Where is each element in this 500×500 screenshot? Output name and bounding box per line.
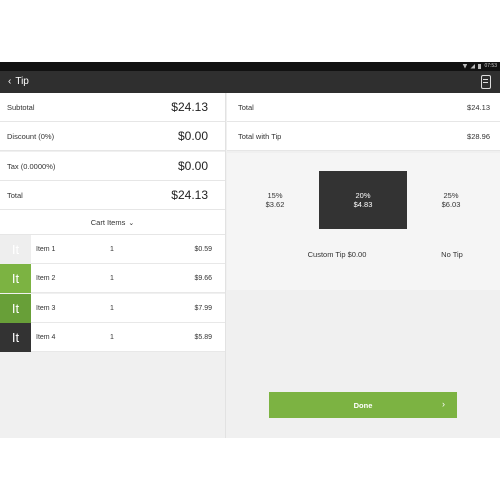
battery-icon [478,63,482,69]
item-name: Item 1 [36,246,56,253]
tip-amount: $4.83 [353,200,373,209]
tax-value: $0.00 [177,159,208,173]
item-price: $0.59 [194,246,212,253]
chevron-left-icon: ‹ [8,76,12,87]
tip-percent: 20% [355,191,371,200]
discount-value: $0.00 [177,129,208,143]
custom-tip-button[interactable]: Custom Tip $0.00 [267,250,407,259]
total-summary-row: Total $24.13 [227,93,500,122]
discount-row: Discount (0%) $0.00 [0,122,225,151]
chevron-down-icon: ⌄ [128,220,135,227]
item-name: Item 2 [36,275,56,282]
item-qty: 1 [110,334,114,341]
done-label: Done [353,401,373,410]
item-qty: 1 [110,305,114,312]
tip-amount: $6.03 [441,200,461,209]
chevron-right-icon: › [442,399,445,409]
item-price: $7.99 [194,305,212,312]
item-qty: 1 [110,275,114,282]
tip-option-20[interactable]: 20% $4.83 [319,171,407,229]
total-with-tip-label: Total with Tip [238,132,282,141]
tip-amount: $3.62 [265,200,285,209]
item-thumbnail: It [0,294,31,323]
tip-options: 15% $3.62 20% $4.83 25% $6.03 Custom Tip… [227,153,500,290]
status-bar: 07:53 [0,62,500,71]
page-title: Tip [15,76,29,87]
total-with-tip-row: Total with Tip $28.96 [227,122,500,151]
item-name: Item 4 [36,334,56,341]
tip-option-25[interactable]: 25% $6.03 [407,171,495,229]
list-item[interactable]: It Item 4 1 $5.89 [0,323,225,352]
tip-option-15[interactable]: 15% $3.62 [231,171,319,229]
total-value: $24.13 [467,103,490,112]
item-name: Item 3 [36,305,56,312]
wifi-icon [462,63,468,69]
signal-icon [470,63,476,69]
discount-label: Discount (0%) [7,132,55,141]
tip-panel: Total $24.13 Total with Tip $28.96 15% $… [227,93,500,438]
subtotal-label: Subtotal [7,103,35,112]
cart-items-toggle[interactable]: Cart Items ⌄ [0,210,225,235]
cart-items-label: Cart Items [90,218,126,227]
app-bar: ‹ Tip [0,71,500,93]
total-value: $24.13 [171,188,208,202]
total-row: Total $24.13 [0,181,225,210]
item-thumbnail: It [0,264,31,293]
printer-icon[interactable] [481,75,491,89]
list-item[interactable]: It Item 1 1 $0.59 [0,235,225,264]
screen: 07:53 ‹ Tip Subtotal $24.13 Discount (0%… [0,0,500,500]
done-button[interactable]: Done › [269,392,457,418]
list-item[interactable]: It Item 2 1 $9.66 [0,264,225,293]
tip-percent: 25% [443,191,459,200]
item-price: $9.66 [194,275,212,282]
subtotal-row: Subtotal $24.13 [0,93,225,122]
item-qty: 1 [110,246,114,253]
tax-row: Tax (0.0000%) $0.00 [0,152,225,181]
list-item[interactable]: It Item 3 1 $7.99 [0,294,225,323]
tip-percent: 15% [267,191,283,200]
total-with-tip-value: $28.96 [467,132,490,141]
item-price: $5.89 [194,334,212,341]
total-label: Total [7,191,23,200]
subtotal-value: $24.13 [171,100,208,114]
no-tip-button[interactable]: No Tip [427,250,477,259]
item-thumbnail: It [0,235,31,264]
total-label: Total [238,103,254,112]
status-time: 07:53 [484,63,497,69]
content: Subtotal $24.13 Discount (0%) $0.00 Tax … [0,93,500,438]
item-thumbnail: It [0,323,31,352]
tax-label: Tax (0.0000%) [7,162,56,171]
status-icons: 07:53 [462,63,497,69]
order-summary-panel: Subtotal $24.13 Discount (0%) $0.00 Tax … [0,93,226,438]
back-button[interactable]: ‹ Tip [8,76,29,87]
